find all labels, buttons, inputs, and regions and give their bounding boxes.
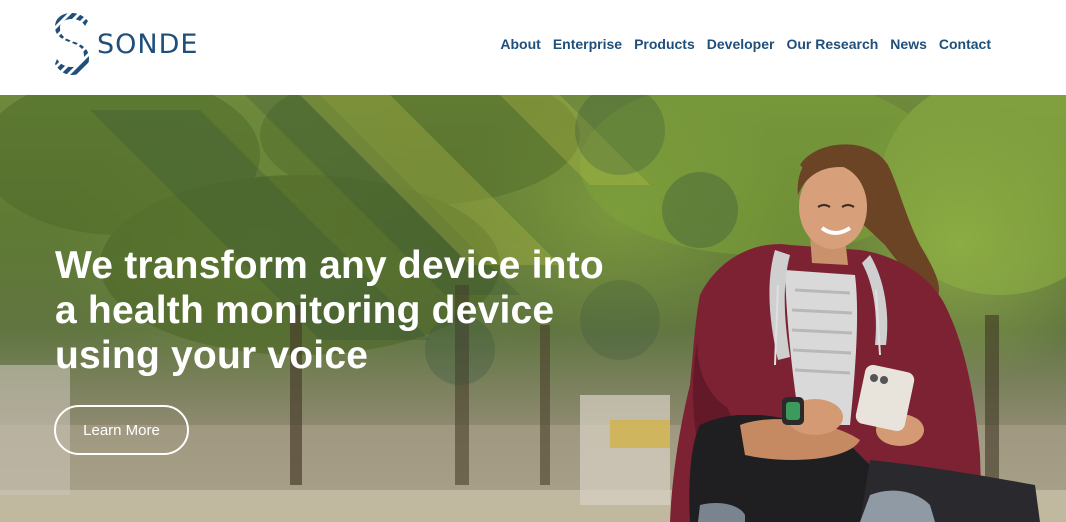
hero-headline-line: using your voice [55, 334, 369, 377]
nav-products[interactable]: Products [634, 36, 695, 52]
nav-about[interactable]: About [500, 36, 540, 52]
learn-more-button[interactable]: Learn More [54, 405, 189, 455]
hero-headline: We transform any device into a health mo… [55, 243, 695, 378]
nav-enterprise[interactable]: Enterprise [553, 36, 622, 52]
nav-contact[interactable]: Contact [939, 36, 991, 52]
hero-banner: We transform any device into a health mo… [0, 95, 1066, 522]
sonde-s-mark-icon [54, 12, 90, 76]
sonde-logo[interactable]: SONDE [54, 12, 198, 76]
nav-news[interactable]: News [890, 36, 927, 52]
nav-developer[interactable]: Developer [707, 36, 775, 52]
hero-headline-line: We transform any device into [55, 244, 604, 287]
hero-headline-line: a health monitoring device [55, 289, 555, 332]
main-nav: About Enterprise Products Developer Our … [500, 36, 991, 52]
nav-our-research[interactable]: Our Research [786, 36, 878, 52]
site-header: SONDE About Enterprise Products Develope… [0, 0, 1066, 95]
brand-name: SONDE [97, 28, 199, 60]
